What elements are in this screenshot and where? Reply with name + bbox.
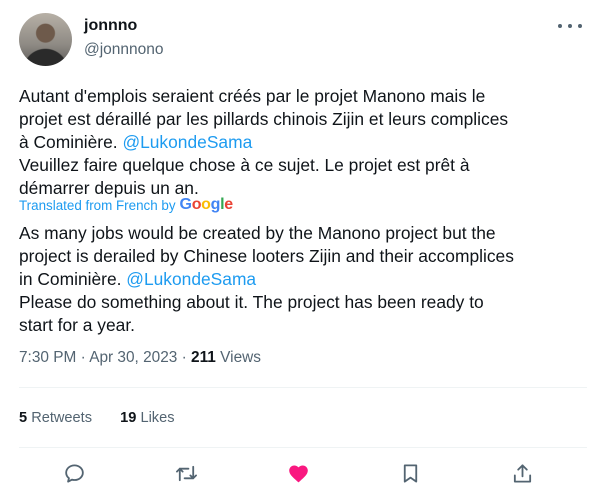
reply-button[interactable] bbox=[61, 460, 87, 486]
reply-icon bbox=[64, 463, 84, 483]
share-button[interactable] bbox=[509, 460, 535, 486]
google-logo: Google bbox=[179, 196, 234, 213]
tweet-translated-text: As many jobs would be created by the Man… bbox=[19, 222, 587, 337]
text-line: in Cominière. @LukondeSama bbox=[19, 269, 257, 289]
share-icon bbox=[513, 463, 531, 483]
retweets-stat[interactable]: 5 Retweets bbox=[19, 410, 92, 426]
views-label: Views bbox=[220, 349, 261, 366]
translation-attribution[interactable]: Translated from French by Google bbox=[19, 196, 233, 214]
retweet-button[interactable] bbox=[173, 460, 199, 486]
translated-label: Translated from French by bbox=[19, 197, 176, 213]
divider bbox=[19, 447, 587, 448]
tweet-original-text: Autant d'emplois seraient créés par le p… bbox=[19, 85, 587, 200]
tweet-stats: 5 Retweets 19 Likes bbox=[19, 410, 175, 426]
more-options-icon[interactable] bbox=[558, 16, 582, 36]
display-name[interactable]: jonnno bbox=[84, 17, 137, 35]
tweet-time[interactable]: 7:30 PM bbox=[19, 349, 76, 366]
heart-icon bbox=[288, 464, 308, 482]
tweet-meta: 7:30 PM · Apr 30, 2023 · 211 Views bbox=[19, 349, 261, 366]
mention-link[interactable]: @LukondeSama bbox=[122, 132, 252, 152]
text-line: As many jobs would be created by the Man… bbox=[19, 223, 496, 243]
mention-link[interactable]: @LukondeSama bbox=[126, 269, 256, 289]
views-count: 211 bbox=[191, 349, 216, 366]
avatar[interactable] bbox=[19, 13, 72, 66]
like-button[interactable] bbox=[285, 460, 311, 486]
text-line: à Cominière. @LukondeSama bbox=[19, 132, 253, 152]
text-line: Please do something about it. The projec… bbox=[19, 292, 484, 312]
tweet-date[interactable]: Apr 30, 2023 bbox=[89, 349, 177, 366]
text-line: Autant d'emplois seraient créés par le p… bbox=[19, 86, 486, 106]
divider bbox=[19, 387, 587, 388]
text-line: start for a year. bbox=[19, 315, 135, 335]
user-handle[interactable]: @jonnnono bbox=[84, 41, 164, 59]
retweet-icon bbox=[175, 465, 197, 481]
text-line: Veuillez faire quelque chose à ce sujet.… bbox=[19, 155, 470, 175]
text-line: project is derailed by Chinese looters Z… bbox=[19, 246, 514, 266]
likes-stat[interactable]: 19 Likes bbox=[120, 410, 174, 426]
text-line: projet est déraillé par les pillards chi… bbox=[19, 109, 509, 129]
bookmark-button[interactable] bbox=[397, 460, 423, 486]
bookmark-icon bbox=[403, 463, 417, 483]
